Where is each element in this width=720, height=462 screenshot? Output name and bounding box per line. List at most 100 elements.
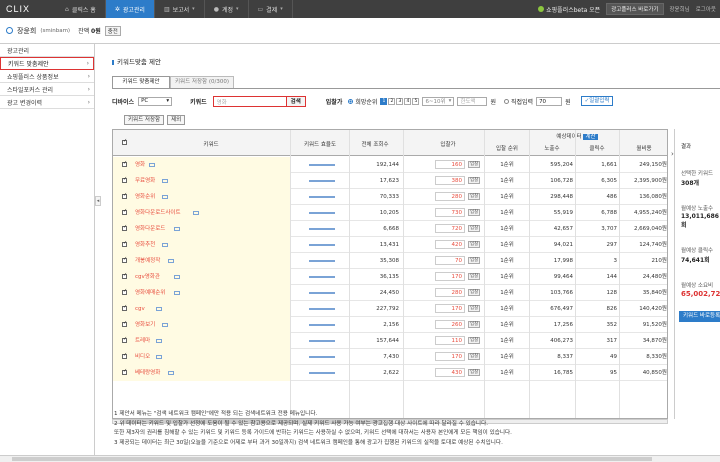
bid-apply-button[interactable]: 입찰 (468, 177, 481, 184)
nav-tab-home[interactable]: ⌂ 클릭스 홈 (56, 0, 106, 18)
keyword-detail-icon[interactable] (191, 205, 199, 221)
keyword-detail-icon[interactable] (154, 333, 162, 349)
nav-tab-ad-manage[interactable]: ✲ 광고관리 (105, 0, 155, 18)
bid-input[interactable]: 420 (435, 240, 465, 249)
bid-input[interactable]: 720 (435, 224, 465, 233)
rank-page-3[interactable]: 3 (396, 97, 404, 105)
keyword-link[interactable]: 영화다운로드사이트 (135, 205, 181, 221)
keyword-detail-icon[interactable] (154, 349, 162, 365)
bid-input[interactable]: 70 (435, 256, 465, 265)
bid-input[interactable]: 430 (435, 368, 465, 377)
keyword-link[interactable]: 영화추천 (135, 237, 155, 253)
keyword-link[interactable]: 영화보기 (135, 317, 155, 333)
bid-input[interactable]: 280 (435, 288, 465, 297)
keyword-detail-icon[interactable] (160, 317, 168, 333)
bid-input[interactable]: 160 (435, 160, 465, 169)
bid-apply-button[interactable]: 입찰 (468, 321, 481, 328)
register-keywords-button[interactable]: 키워드 바로등록 (679, 311, 720, 322)
bid-apply-button[interactable]: 입찰 (468, 369, 481, 376)
row-checkbox[interactable] (122, 176, 127, 183)
page-horizontal-scrollbar[interactable] (0, 455, 720, 462)
rank-page-5[interactable]: 5 (412, 97, 420, 105)
bid-limit-input[interactable]: 한도액 (457, 96, 488, 106)
keyword-detail-icon[interactable] (172, 221, 181, 237)
nav-tab-account[interactable]: ● 계정 ▾ (205, 0, 249, 18)
bid-input[interactable]: 280 (435, 192, 465, 201)
row-checkbox[interactable] (122, 256, 127, 263)
keyword-link[interactable]: cgv영화관 (135, 269, 160, 285)
bid-apply-button[interactable]: 입찰 (468, 273, 481, 280)
row-checkbox[interactable] (122, 224, 127, 231)
rank-page-4[interactable]: 4 (404, 97, 412, 105)
keyword-link[interactable]: 베테랑영화 (135, 365, 160, 381)
bid-input[interactable]: 380 (435, 176, 465, 185)
bid-apply-button[interactable]: 입찰 (468, 209, 481, 216)
promo-button[interactable]: 광고플러스 바로가기 (606, 3, 664, 15)
search-button[interactable]: 검색 (286, 95, 306, 107)
bid-input[interactable]: 730 (435, 208, 465, 217)
device-select[interactable]: PC ▾ (138, 96, 173, 106)
row-checkbox[interactable] (122, 192, 127, 199)
keyword-detail-icon[interactable] (160, 189, 168, 205)
nav-tab-report[interactable]: ▥ 보고서 ▾ (155, 0, 205, 18)
save-to-storage-button[interactable]: 키워드 저장함 (124, 115, 165, 125)
keyword-detail-icon[interactable] (166, 365, 174, 381)
tab-keyword-storage[interactable]: 키워드 저장함 (0/300) (170, 76, 234, 88)
row-checkbox[interactable] (122, 288, 127, 295)
bid-apply-button[interactable]: 입찰 (468, 257, 481, 264)
keyword-link[interactable]: cgv (135, 301, 145, 317)
keyword-link[interactable]: 영화다운로드 (135, 221, 165, 237)
keyword-detail-icon[interactable] (147, 157, 156, 173)
sidebar-item-ad-manage[interactable]: 광고관리 (0, 44, 94, 57)
keyword-detail-icon[interactable] (166, 253, 174, 269)
bid-apply-button[interactable]: 입찰 (468, 289, 481, 296)
bid-apply-button[interactable]: 입찰 (468, 305, 481, 312)
logo[interactable]: CLIX (0, 0, 56, 18)
bid-apply-button[interactable]: 입찰 (468, 337, 481, 344)
keyword-link[interactable]: 비디오 (135, 349, 150, 365)
scroll-thumb[interactable] (12, 457, 652, 461)
select-all-checkbox[interactable] (122, 138, 127, 145)
bulk-apply-button[interactable]: ✓일괄입력 (580, 96, 614, 106)
bid-apply-button[interactable]: 입찰 (468, 241, 481, 248)
row-checkbox[interactable] (122, 336, 127, 343)
username-link[interactable]: 장윤희님 (670, 5, 690, 13)
tab-keyword-suggest[interactable]: 키워드 맞춤제안 (112, 76, 170, 88)
sidebar-item-style-focus[interactable]: 스타일포커스 관리 › (0, 83, 94, 96)
bid-apply-button[interactable]: 입찰 (468, 225, 481, 232)
bid-input[interactable]: 170 (435, 304, 465, 313)
bid-input[interactable]: 110 (435, 336, 465, 345)
keyword-link[interactable]: 영화순위 (135, 189, 155, 205)
row-checkbox[interactable] (122, 272, 127, 279)
rank-page-1[interactable]: 1 (380, 97, 388, 105)
estimate-calc-tag[interactable]: 계산 (583, 134, 598, 140)
keyword-detail-icon[interactable] (172, 269, 181, 285)
row-checkbox[interactable] (122, 352, 127, 359)
keyword-link[interactable]: 영화 (135, 157, 145, 173)
exclude-button[interactable]: 제외 (167, 115, 186, 125)
row-checkbox[interactable] (122, 320, 127, 327)
bid-input[interactable]: 260 (435, 320, 465, 329)
row-checkbox[interactable] (122, 160, 127, 167)
keyword-link[interactable]: 트레마 (135, 333, 150, 349)
rank-page-2[interactable]: 2 (388, 97, 396, 105)
bid-input[interactable]: 170 (435, 352, 465, 361)
row-checkbox[interactable] (122, 304, 127, 311)
direct-radio[interactable] (503, 98, 509, 104)
keyword-link[interactable]: 개봉예정작 (135, 253, 160, 269)
sidebar-collapse-toggle[interactable]: ◂ (95, 196, 101, 206)
bid-apply-button[interactable]: 입찰 (468, 353, 481, 360)
row-checkbox[interactable] (122, 240, 127, 247)
keyword-detail-icon[interactable] (172, 285, 181, 301)
logout-link[interactable]: 로그아웃 (696, 5, 716, 13)
bid-apply-button[interactable]: 입찰 (468, 161, 481, 168)
direct-bid-input[interactable]: 70 (536, 96, 563, 106)
bid-input[interactable]: 170 (435, 272, 465, 281)
charge-button[interactable]: 충전 (104, 25, 121, 36)
keyword-detail-icon[interactable] (160, 237, 168, 253)
sidebar-item-change-history[interactable]: 광고 변경이력 › (0, 96, 94, 109)
row-checkbox[interactable] (122, 208, 127, 215)
rank-range-select[interactable]: 6~10위 ▾ (422, 96, 455, 106)
keyword-link[interactable]: 영화예매순위 (135, 285, 165, 301)
sidebar-item-keyword-suggest[interactable]: 키워드 맞춤제안 › (0, 57, 94, 70)
